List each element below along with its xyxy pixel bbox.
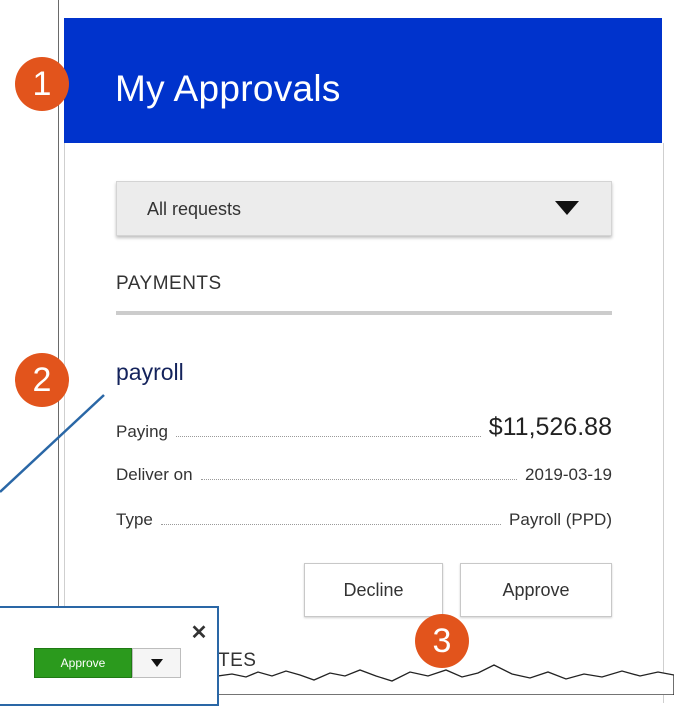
section-title-payments: PAYMENTS — [116, 273, 222, 294]
type-label: Type — [116, 510, 153, 529]
page-title: My Approvals — [115, 68, 341, 109]
dropdown-selected-value: All requests — [147, 199, 242, 219]
decline-button[interactable]: Decline — [304, 563, 443, 617]
app-header: My Approvals — [64, 18, 662, 143]
approve-options-dropdown[interactable] — [132, 648, 181, 678]
payee-name[interactable]: payroll — [116, 359, 184, 386]
type-value: Payroll (PPD) — [509, 510, 612, 529]
paying-amount: $11,526.88 — [488, 413, 612, 441]
approve-button[interactable]: Approve — [460, 563, 612, 617]
leader-dots — [200, 479, 518, 480]
paying-row: Paying $11,526.88 — [116, 413, 612, 442]
leader-dots — [160, 524, 502, 525]
section-divider — [116, 311, 612, 315]
callout-badge-3: 3 — [415, 614, 469, 668]
deliver-row: Deliver on 2019-03-19 — [116, 461, 612, 485]
section-title-partial: TES — [218, 650, 257, 671]
type-row: Type Payroll (PPD) — [116, 506, 612, 530]
request-filter-dropdown[interactable]: All requests — [116, 181, 612, 236]
deliver-date: 2019-03-19 — [525, 465, 612, 484]
approve-popup: ✕ Approve — [0, 606, 219, 706]
caret-down-icon — [555, 201, 579, 215]
close-icon[interactable]: ✕ — [188, 623, 210, 645]
paying-label: Paying — [116, 422, 168, 441]
callout-badge-1: 1 — [15, 57, 69, 111]
callout-badge-2: 2 — [15, 353, 69, 407]
leader-dots — [175, 436, 481, 437]
approve-split-button[interactable]: Approve — [34, 648, 132, 678]
chevron-down-icon — [150, 659, 163, 667]
deliver-label: Deliver on — [116, 465, 193, 484]
